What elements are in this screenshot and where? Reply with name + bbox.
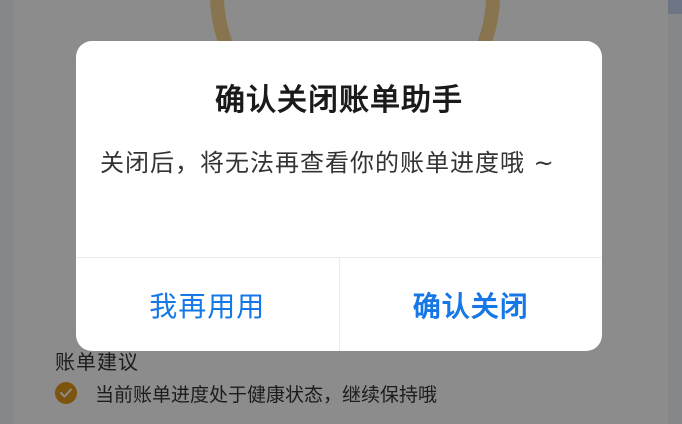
dialog-message: 关闭后，将无法再查看你的账单进度哦 ~ — [100, 149, 555, 177]
confirm-close-button[interactable]: 确认关闭 — [338, 258, 603, 351]
cancel-button[interactable]: 我再用用 — [76, 258, 339, 351]
dialog-title: 确认关闭账单助手 — [215, 83, 463, 118]
confirm-dialog: 确认关闭账单助手 关闭后，将无法再查看你的账单进度哦 ~ 我再用用 确认关闭 — [76, 41, 602, 351]
dialog-button-row: 我再用用 确认关闭 — [76, 257, 602, 351]
